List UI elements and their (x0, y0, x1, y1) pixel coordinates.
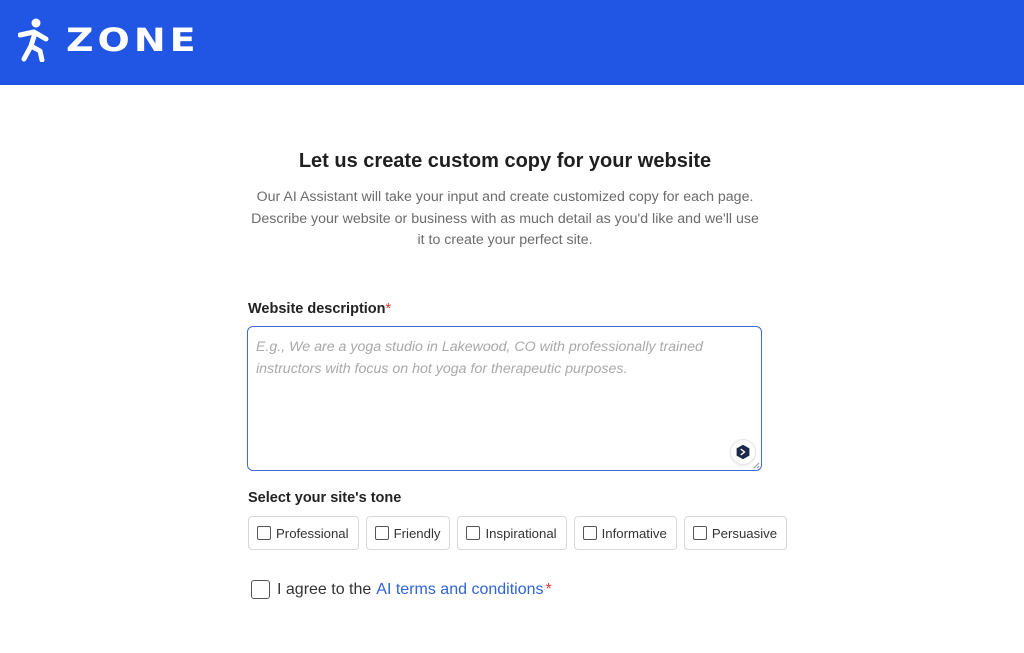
tone-option-label: Friendly (393, 525, 441, 541)
checkbox[interactable] (257, 526, 271, 540)
tone-option-persuasive[interactable]: Persuasive (683, 516, 788, 550)
terms-agreement: I agree to the AI terms and conditions * (251, 580, 552, 599)
running-person-icon (18, 18, 49, 62)
tone-option-label: Informative (601, 525, 667, 541)
tone-option-inspirational[interactable]: Inspirational (457, 516, 567, 550)
terms-agreement-text: I agree to the (277, 580, 372, 598)
page-title: Let us create custom copy for your websi… (298, 150, 712, 172)
website-description-field (247, 326, 762, 471)
zone-logo[interactable]: ZONE (18, 17, 200, 63)
checkbox[interactable] (582, 526, 597, 540)
website-description-label-text: Website description (248, 301, 386, 317)
tone-option-label: Professional (276, 525, 349, 541)
terms-checkbox[interactable] (251, 580, 270, 599)
top-header-bar: ZONE (0, 0, 1024, 85)
required-asterisk: * (545, 580, 552, 598)
tone-option-informative[interactable]: Informative (573, 516, 677, 550)
tone-option-label: Inspirational (485, 525, 557, 541)
ai-assistant-icon (736, 444, 750, 460)
tone-option-friendly[interactable]: Friendly (365, 516, 451, 550)
checkbox[interactable] (692, 526, 707, 540)
resize-grip-icon[interactable] (752, 461, 760, 469)
website-description-textarea[interactable] (248, 327, 761, 470)
tone-option-label: Persuasive (711, 525, 778, 541)
page-subtitle: Our AI Assistant will take your input an… (251, 189, 759, 248)
ai-terms-link[interactable]: AI terms and conditions (376, 581, 543, 599)
website-description-label: Website description* (248, 301, 391, 317)
checkbox[interactable] (374, 526, 389, 540)
tone-options: Professional Friendly Inspirational Info… (248, 516, 788, 550)
required-asterisk: * (385, 301, 392, 317)
intro-section: Let us create custom copy for your websi… (248, 148, 762, 252)
checkbox[interactable] (466, 526, 481, 540)
tone-option-professional[interactable]: Professional (248, 516, 359, 550)
tone-section-label: Select your site's tone (248, 490, 402, 506)
logo-wordmark: ZONE (66, 21, 200, 59)
